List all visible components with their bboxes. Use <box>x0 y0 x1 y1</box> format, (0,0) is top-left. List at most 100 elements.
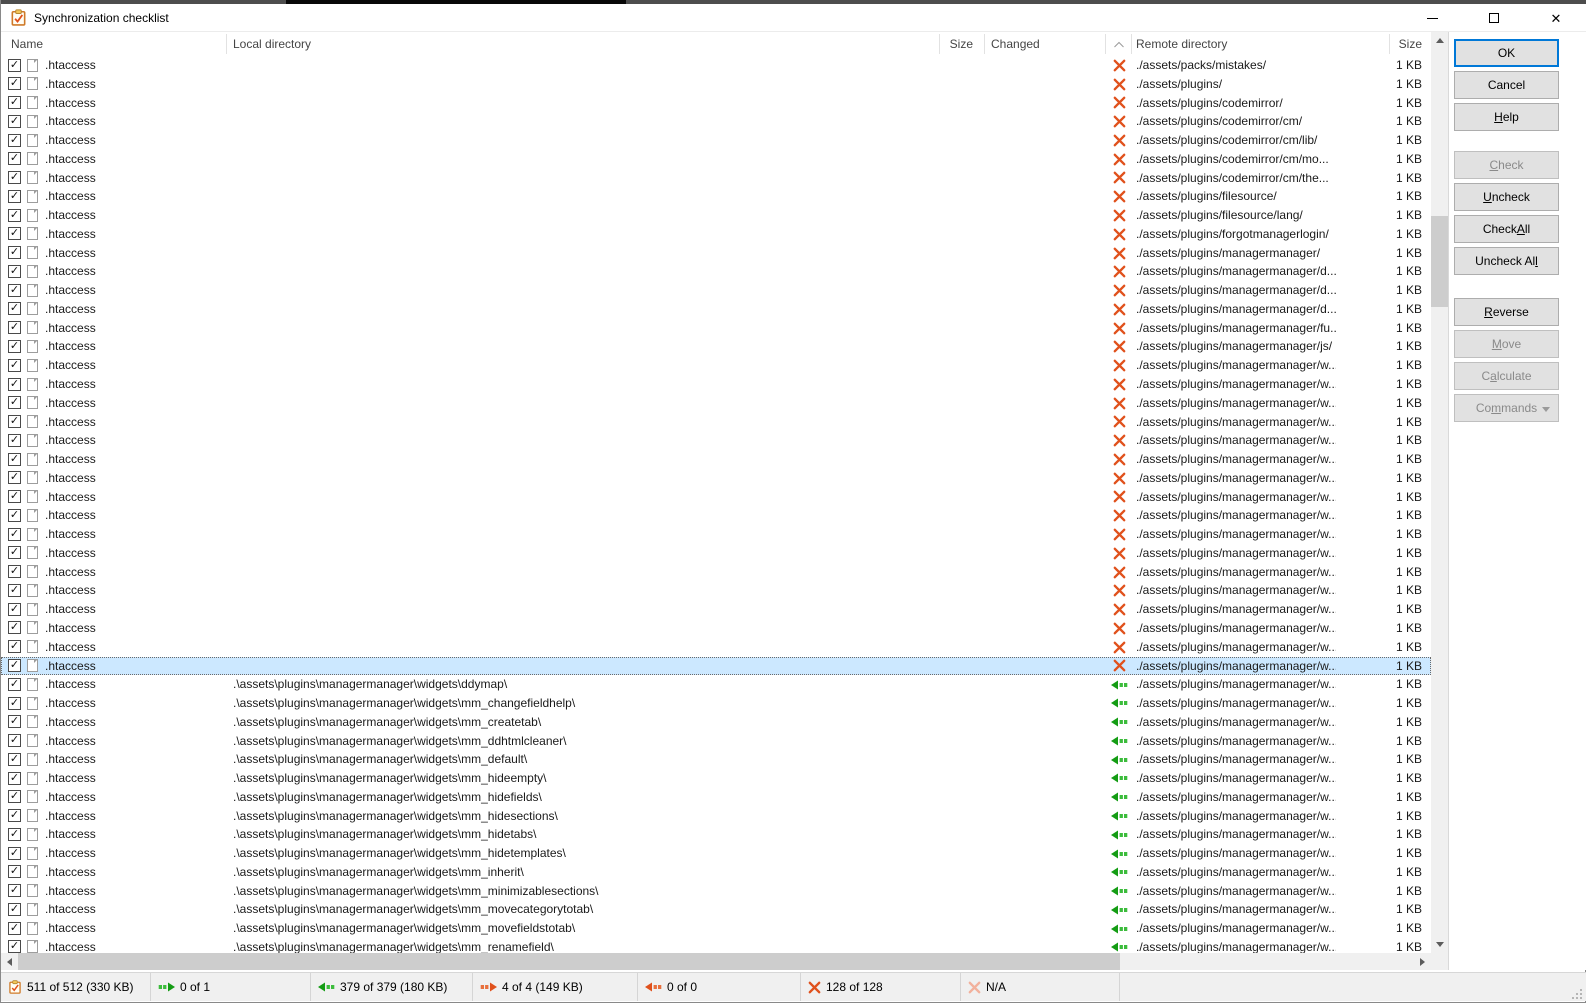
calculate-button[interactable]: Calculate <box>1454 362 1559 390</box>
uncheck-all-button[interactable]: Uncheck All <box>1454 247 1559 275</box>
button-column: OK Cancel Help Check Uncheck Check All Uncheck… <box>1454 39 1559 426</box>
checklist-row[interactable]: ✓.htaccess./assets/plugins/1 KB <box>1 75 1431 94</box>
reverse-button[interactable]: Reverse <box>1454 298 1559 326</box>
check-button[interactable]: Check <box>1454 151 1559 179</box>
checklist-row[interactable]: ✓.htaccess./assets/plugins/managermanage… <box>1 525 1431 544</box>
row-remote-directory: ./assets/plugins/forgotmanagerlogin/ <box>1136 225 1336 244</box>
checklist-row[interactable]: ✓.htaccess./assets/plugins/managermanage… <box>1 563 1431 582</box>
red-right-arrow-icon <box>480 982 497 992</box>
checklist-row[interactable]: ✓.htaccess.\assets\plugins\managermanage… <box>1 825 1431 844</box>
horizontal-scrollbar[interactable] <box>1 953 1431 970</box>
checklist-row[interactable]: ✓.htaccess.\assets\plugins\managermanage… <box>1 788 1431 807</box>
checklist-row[interactable]: ✓.htaccess.\assets\plugins\managermanage… <box>1 919 1431 938</box>
row-remote-directory: ./assets/plugins/managermanager/w... <box>1136 375 1336 394</box>
scroll-down-button[interactable] <box>1431 936 1448 953</box>
horizontal-scroll-thumb[interactable] <box>18 953 1120 970</box>
column-header-direction[interactable] <box>1107 32 1131 56</box>
checklist-row[interactable]: ✓.htaccess./assets/plugins/codemirror/1 … <box>1 94 1431 113</box>
row-name: .htaccess <box>45 713 223 732</box>
checklist-row[interactable]: ✓.htaccess./assets/plugins/managermanage… <box>1 581 1431 600</box>
minimize-button[interactable] <box>1401 4 1463 32</box>
column-separator[interactable] <box>1389 34 1390 54</box>
scroll-left-button[interactable] <box>1 953 18 970</box>
checklist-row[interactable]: ✓.htaccess.\assets\plugins\managermanage… <box>1 807 1431 826</box>
checklist-row[interactable]: ✓.htaccess./assets/plugins/managermanage… <box>1 281 1431 300</box>
column-separator[interactable] <box>939 34 940 54</box>
checklist-row[interactable]: ✓.htaccess./assets/plugins/managermanage… <box>1 300 1431 319</box>
checklist-row[interactable]: ✓.htaccess./assets/plugins/managermanage… <box>1 375 1431 394</box>
column-separator[interactable] <box>1105 34 1106 54</box>
checkbox-checked-icon: ✓ <box>8 171 21 184</box>
checklist-row[interactable]: ✓.htaccess.\assets\plugins\managermanage… <box>1 844 1431 863</box>
checklist-row[interactable]: ✓.htaccess./assets/plugins/managermanage… <box>1 488 1431 507</box>
checklist-row[interactable]: ✓.htaccess./assets/plugins/forgotmanager… <box>1 225 1431 244</box>
row-local-directory: .\assets\plugins\managermanager\widgets\… <box>233 900 933 919</box>
checkbox-checked-icon: ✓ <box>8 715 21 728</box>
column-header-changed[interactable]: Changed <box>991 32 1040 56</box>
checklist-row[interactable]: ✓.htaccess./assets/plugins/managermanage… <box>1 262 1431 281</box>
checklist-row[interactable]: ✓.htaccess./assets/plugins/managermanage… <box>1 394 1431 413</box>
column-header-local-size[interactable]: Size <box>901 32 973 56</box>
commands-button[interactable]: Commands <box>1454 394 1559 422</box>
ok-button[interactable]: OK <box>1454 39 1559 67</box>
checklist-row[interactable]: ✓.htaccess./assets/plugins/filesource/la… <box>1 206 1431 225</box>
checklist-row[interactable]: ✓.htaccess./assets/plugins/managermanage… <box>1 469 1431 488</box>
checklist-row[interactable]: ✓.htaccess.\assets\plugins\managermanage… <box>1 694 1431 713</box>
checklist-row[interactable]: ✓.htaccess./assets/plugins/managermanage… <box>1 337 1431 356</box>
row-remote-directory: ./assets/plugins/codemirror/cm/ <box>1136 112 1336 131</box>
checklist-icon <box>8 980 22 994</box>
checklist-row[interactable]: ✓.htaccess./assets/plugins/codemirror/cm… <box>1 131 1431 150</box>
checkbox-checked-icon: ✓ <box>8 396 21 409</box>
move-button[interactable]: Move <box>1454 330 1559 358</box>
row-checkbox[interactable]: ✓ <box>8 940 21 953</box>
column-header-remote-size[interactable]: Size <box>1339 32 1422 56</box>
column-separator[interactable] <box>226 34 227 54</box>
vertical-scroll-thumb[interactable] <box>1431 216 1448 307</box>
row-name: .htaccess <box>45 675 223 694</box>
checklist-row[interactable]: ✓.htaccess.\assets\plugins\managermanage… <box>1 938 1431 953</box>
resize-grip[interactable] <box>1572 989 1582 999</box>
checklist-row[interactable]: ✓.htaccess./assets/plugins/managermanage… <box>1 657 1431 676</box>
status-cell: 0 of 1 <box>151 973 311 1001</box>
checklist-row[interactable]: ✓.htaccess./assets/packs/mistakes/1 KB <box>1 56 1431 75</box>
checklist-row[interactable]: ✓.htaccess.\assets\plugins\managermanage… <box>1 750 1431 769</box>
checklist-row[interactable]: ✓.htaccess.\assets\plugins\managermanage… <box>1 769 1431 788</box>
scroll-right-button[interactable] <box>1414 953 1431 970</box>
help-button[interactable]: Help <box>1454 103 1559 131</box>
checklist-row[interactable]: ✓.htaccess./assets/plugins/managermanage… <box>1 544 1431 563</box>
checklist-row[interactable]: ✓.htaccess./assets/plugins/managermanage… <box>1 431 1431 450</box>
checklist-row[interactable]: ✓.htaccess./assets/plugins/managermanage… <box>1 356 1431 375</box>
checklist-row[interactable]: ✓.htaccess.\assets\plugins\managermanage… <box>1 900 1431 919</box>
checklist-row[interactable]: ✓.htaccess./assets/plugins/managermanage… <box>1 638 1431 657</box>
checklist-row[interactable]: ✓.htaccess./assets/plugins/codemirror/cm… <box>1 150 1431 169</box>
column-header-remote-directory[interactable]: Remote directory <box>1136 32 1227 56</box>
checklist-row[interactable]: ✓.htaccess.\assets\plugins\managermanage… <box>1 713 1431 732</box>
checklist-row[interactable]: ✓.htaccess./assets/plugins/managermanage… <box>1 600 1431 619</box>
vertical-scrollbar[interactable] <box>1431 32 1448 953</box>
checklist-row[interactable]: ✓.htaccess.\assets\plugins\managermanage… <box>1 675 1431 694</box>
checklist-row[interactable]: ✓.htaccess./assets/plugins/codemirror/cm… <box>1 112 1431 131</box>
checklist-row[interactable]: ✓.htaccess./assets/plugins/managermanage… <box>1 413 1431 432</box>
column-header-name[interactable]: Name <box>11 32 43 56</box>
row-name: .htaccess <box>45 863 223 882</box>
check-all-button[interactable]: Check All <box>1454 215 1559 243</box>
column-separator[interactable] <box>1131 34 1132 54</box>
scroll-up-button[interactable] <box>1431 32 1448 49</box>
checklist-row[interactable]: ✓.htaccess./assets/plugins/codemirror/cm… <box>1 169 1431 188</box>
checklist-row[interactable]: ✓.htaccess.\assets\plugins\managermanage… <box>1 882 1431 901</box>
checklist-row[interactable]: ✓.htaccess.\assets\plugins\managermanage… <box>1 732 1431 751</box>
checklist-row[interactable]: ✓.htaccess./assets/plugins/filesource/1 … <box>1 187 1431 206</box>
maximize-button[interactable] <box>1463 4 1525 32</box>
checklist-row[interactable]: ✓.htaccess./assets/plugins/managermanage… <box>1 450 1431 469</box>
titlebar[interactable]: Synchronization checklist ✕ <box>1 4 1586 32</box>
cancel-button[interactable]: Cancel <box>1454 71 1559 99</box>
column-separator[interactable] <box>984 34 985 54</box>
checklist-row[interactable]: ✓.htaccess./assets/plugins/managermanage… <box>1 244 1431 263</box>
checklist-row[interactable]: ✓.htaccess.\assets\plugins\managermanage… <box>1 863 1431 882</box>
close-button[interactable]: ✕ <box>1525 4 1586 32</box>
column-header-local-directory[interactable]: Local directory <box>233 32 311 56</box>
checklist-row[interactable]: ✓.htaccess./assets/plugins/managermanage… <box>1 619 1431 638</box>
checklist-row[interactable]: ✓.htaccess./assets/plugins/managermanage… <box>1 506 1431 525</box>
checklist-row[interactable]: ✓.htaccess./assets/plugins/managermanage… <box>1 319 1431 338</box>
uncheck-button[interactable]: Uncheck <box>1454 183 1559 211</box>
